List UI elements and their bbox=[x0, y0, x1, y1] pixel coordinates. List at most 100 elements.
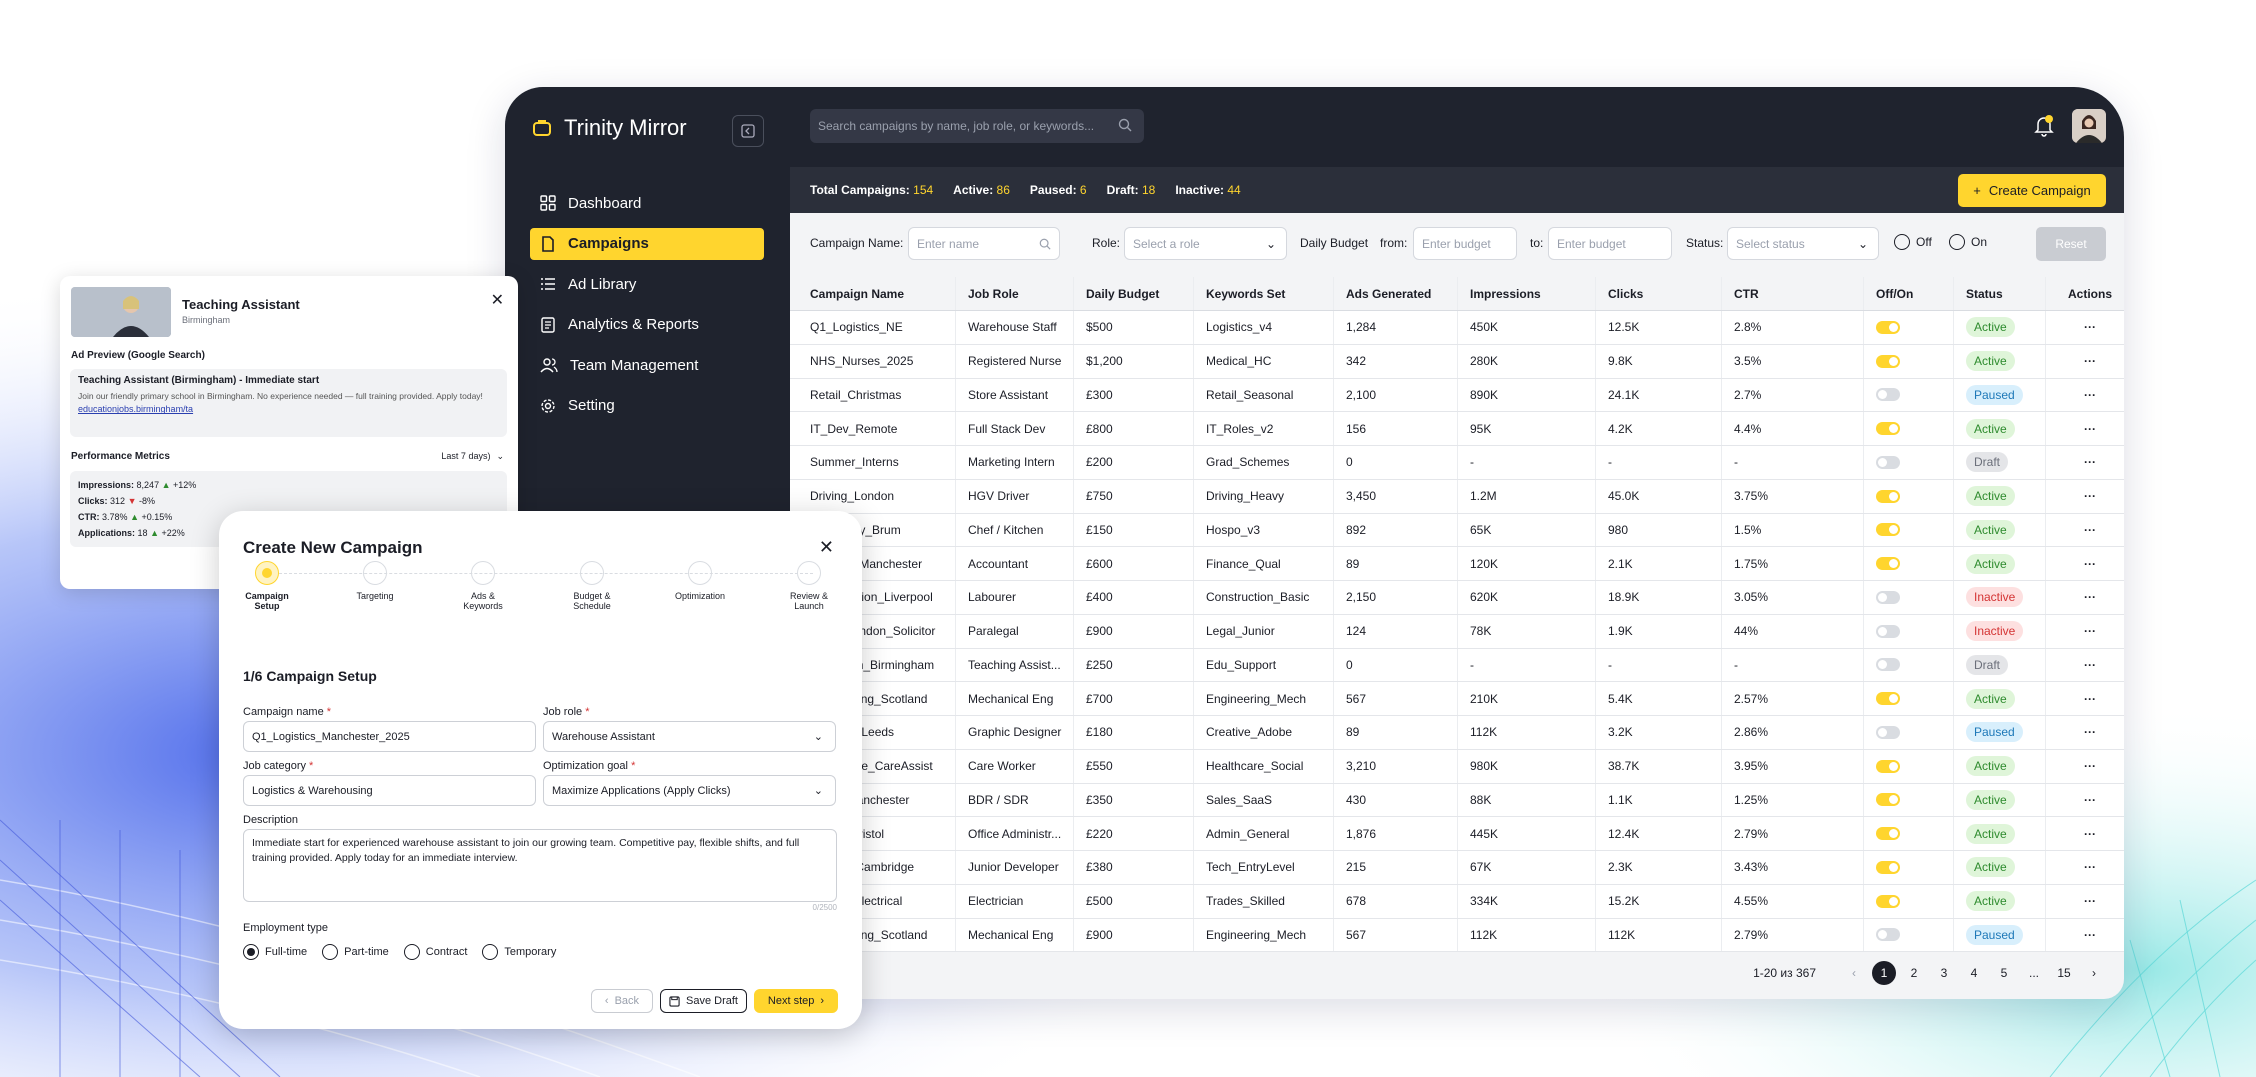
employment-temporary[interactable]: Temporary bbox=[482, 944, 556, 960]
next-step-button[interactable]: Next step › bbox=[754, 989, 838, 1013]
search-input[interactable]: Search campaigns by name, job role, or k… bbox=[810, 109, 1144, 143]
row-actions-button[interactable]: ··· bbox=[2046, 446, 2124, 479]
step-campaign-setup[interactable]: Campaign Setup bbox=[237, 561, 297, 611]
filter-on-radio[interactable]: On bbox=[1949, 234, 1987, 250]
collapse-sidebar-button[interactable] bbox=[732, 115, 764, 147]
save-draft-button[interactable]: Save Draft bbox=[660, 989, 747, 1013]
job-category-input[interactable]: Logistics & Warehousing bbox=[243, 775, 536, 806]
step-review-launch[interactable]: Review & Launch bbox=[779, 561, 839, 611]
metrics-range-select[interactable]: Last 7 days) ⌄ bbox=[441, 451, 504, 462]
filter-role-select[interactable]: Select a role ⌄ bbox=[1124, 227, 1287, 260]
row-actions-button[interactable]: ··· bbox=[2046, 750, 2124, 783]
next-page-button[interactable]: › bbox=[2082, 961, 2106, 985]
row-actions-button[interactable]: ··· bbox=[2046, 345, 2124, 378]
table-row[interactable]: Engineering_Scotland Mechanical Eng £700 En… bbox=[790, 682, 2124, 716]
table-row[interactable]: Hospitality_BrumChef / Kitchen£150Hospo_… bbox=[790, 513, 2124, 548]
on-off-toggle[interactable] bbox=[1876, 455, 1900, 469]
description-textarea[interactable]: Immediate start for experienced warehous… bbox=[243, 829, 837, 902]
row-actions-button[interactable]: ··· bbox=[2046, 412, 2124, 445]
page-3[interactable]: 3 bbox=[1932, 961, 1956, 985]
table-cell[interactable]: Retail_Christmas bbox=[790, 378, 956, 412]
on-off-toggle[interactable] bbox=[1876, 590, 1900, 604]
sidebar-item-team[interactable]: Team Management bbox=[530, 349, 764, 381]
back-button[interactable]: ‹ Back bbox=[591, 989, 653, 1013]
table-row[interactable]: Finance_Manchester Accountant £600 Finance_… bbox=[790, 547, 2124, 581]
page-2[interactable]: 2 bbox=[1902, 961, 1926, 985]
sidebar-item-campaigns[interactable]: Campaigns bbox=[530, 227, 764, 260]
on-off-toggle[interactable] bbox=[1876, 557, 1900, 571]
filter-budget-from-input[interactable]: Enter budget bbox=[1413, 227, 1517, 260]
on-off-toggle[interactable] bbox=[1876, 894, 1900, 908]
row-actions-button[interactable]: ··· bbox=[2046, 649, 2124, 682]
sidebar-item-dashboard[interactable]: Dashboard bbox=[530, 187, 764, 219]
row-actions-button[interactable]: ··· bbox=[2046, 682, 2124, 715]
job-role-select[interactable]: Warehouse Assistant ⌄ bbox=[543, 721, 836, 752]
table-row[interactable]: Sales_ManchesterBDR / SDR£350Sales_SaaS4… bbox=[790, 783, 2124, 818]
sidebar-item-analytics[interactable]: Analytics & Reports bbox=[530, 309, 764, 341]
table-row[interactable]: Education_Birmingham Teaching Assist... £2… bbox=[790, 648, 2124, 683]
col-header[interactable]: Actions bbox=[2046, 277, 2124, 310]
filter-name-input[interactable]: Enter name bbox=[908, 227, 1060, 260]
table-row[interactable]: Startup_Cambridge Junior Developer £380 Tec… bbox=[790, 851, 2124, 885]
on-off-toggle[interactable] bbox=[1876, 422, 1900, 436]
row-actions-button[interactable]: ··· bbox=[2046, 581, 2124, 614]
row-actions-button[interactable]: ··· bbox=[2046, 851, 2124, 884]
page-4[interactable]: 4 bbox=[1962, 961, 1986, 985]
step-optimization[interactable]: Optimization bbox=[670, 561, 730, 601]
row-actions-button[interactable]: ··· bbox=[2046, 514, 2124, 547]
table-row[interactable]: Creative_LeedsGraphic Designer£180Creati… bbox=[790, 716, 2124, 750]
table-row[interactable]: Engineering_Scotland Mechanical Eng £900 En… bbox=[790, 918, 2124, 953]
page-5[interactable]: 5 bbox=[1992, 961, 2016, 985]
sidebar-item-setting[interactable]: Setting bbox=[530, 390, 764, 422]
optimization-goal-select[interactable]: Maximize Applications (Apply Clicks) ⌄ bbox=[543, 775, 836, 806]
filter-budget-to-input[interactable]: Enter budget bbox=[1548, 227, 1672, 260]
row-actions-button[interactable]: ··· bbox=[2046, 817, 2124, 850]
table-row[interactable]: IT_Dev_Remote Full Stack Dev £800 IT_Roles_… bbox=[790, 412, 2124, 446]
col-header[interactable]: Impressions bbox=[1458, 277, 1596, 310]
step-targeting[interactable]: Targeting bbox=[345, 561, 405, 601]
on-off-toggle[interactable] bbox=[1876, 860, 1900, 874]
reset-button[interactable]: Reset bbox=[2036, 227, 2106, 261]
row-actions-button[interactable]: ··· bbox=[2046, 615, 2124, 648]
on-off-toggle[interactable] bbox=[1876, 658, 1900, 672]
table-row[interactable]: Admin_BristolOffice Administr...£220Admi… bbox=[790, 817, 2124, 851]
col-header[interactable]: CTR bbox=[1722, 277, 1864, 310]
brand-logo[interactable]: Trinity Mirror bbox=[532, 115, 687, 141]
col-header[interactable]: Status bbox=[1954, 277, 2046, 310]
on-off-toggle[interactable] bbox=[1876, 388, 1900, 402]
ad-link[interactable]: educationjobs.birmingham/ta bbox=[78, 404, 499, 414]
col-header[interactable]: Job Role bbox=[956, 277, 1074, 310]
table-row[interactable]: Summer_Interns Marketing Intern £200 Grad_S… bbox=[790, 446, 2124, 480]
avatar[interactable] bbox=[2072, 109, 2106, 143]
campaign-name-input[interactable]: Q1_Logistics_Manchester_2025 bbox=[243, 721, 536, 752]
col-header[interactable]: Keywords Set bbox=[1194, 277, 1334, 310]
table-row[interactable]: Trades_ElectricalElectrician£500Trades_S… bbox=[790, 884, 2124, 919]
table-cell[interactable]: Summer_Interns bbox=[790, 446, 956, 479]
col-header[interactable]: Clicks bbox=[1596, 277, 1722, 310]
table-row[interactable]: NHS_Nurses_2025 Registered Nurse $1,200 Med… bbox=[790, 344, 2124, 379]
row-actions-button[interactable]: ··· bbox=[2046, 311, 2124, 344]
col-header[interactable]: Daily Budget bbox=[1074, 277, 1194, 310]
notifications-button[interactable] bbox=[2034, 115, 2054, 142]
step-budget-schedule[interactable]: Budget & Schedule bbox=[562, 561, 622, 611]
on-off-toggle[interactable] bbox=[1876, 759, 1900, 773]
employment-full-time[interactable]: Full-time bbox=[243, 944, 307, 960]
filter-off-radio[interactable]: Off bbox=[1894, 234, 1932, 250]
row-actions-button[interactable]: ··· bbox=[2046, 379, 2124, 412]
on-off-toggle[interactable] bbox=[1876, 692, 1900, 706]
row-actions-button[interactable]: ··· bbox=[2046, 885, 2124, 918]
create-campaign-button[interactable]: + Create Campaign bbox=[1958, 174, 2106, 207]
table-row[interactable]: Construction_Liverpool Labourer £400 Constr… bbox=[790, 581, 2124, 615]
table-row[interactable]: Healthcare_CareAssist Care Worker £550 Heal… bbox=[790, 749, 2124, 784]
on-off-toggle[interactable] bbox=[1876, 489, 1900, 503]
on-off-toggle[interactable] bbox=[1876, 523, 1900, 537]
table-cell[interactable]: Q1_Logistics_NE bbox=[790, 311, 956, 344]
close-modal-button[interactable]: ✕ bbox=[819, 537, 834, 558]
row-actions-button[interactable]: ··· bbox=[2046, 480, 2124, 513]
on-off-toggle[interactable] bbox=[1876, 320, 1900, 334]
table-cell[interactable]: NHS_Nurses_2025 bbox=[790, 344, 956, 378]
row-actions-button[interactable]: ··· bbox=[2046, 784, 2124, 817]
col-header[interactable]: Ads Generated bbox=[1334, 277, 1458, 310]
prev-page-button[interactable]: ‹ bbox=[1842, 961, 1866, 985]
on-off-toggle[interactable] bbox=[1876, 928, 1900, 942]
